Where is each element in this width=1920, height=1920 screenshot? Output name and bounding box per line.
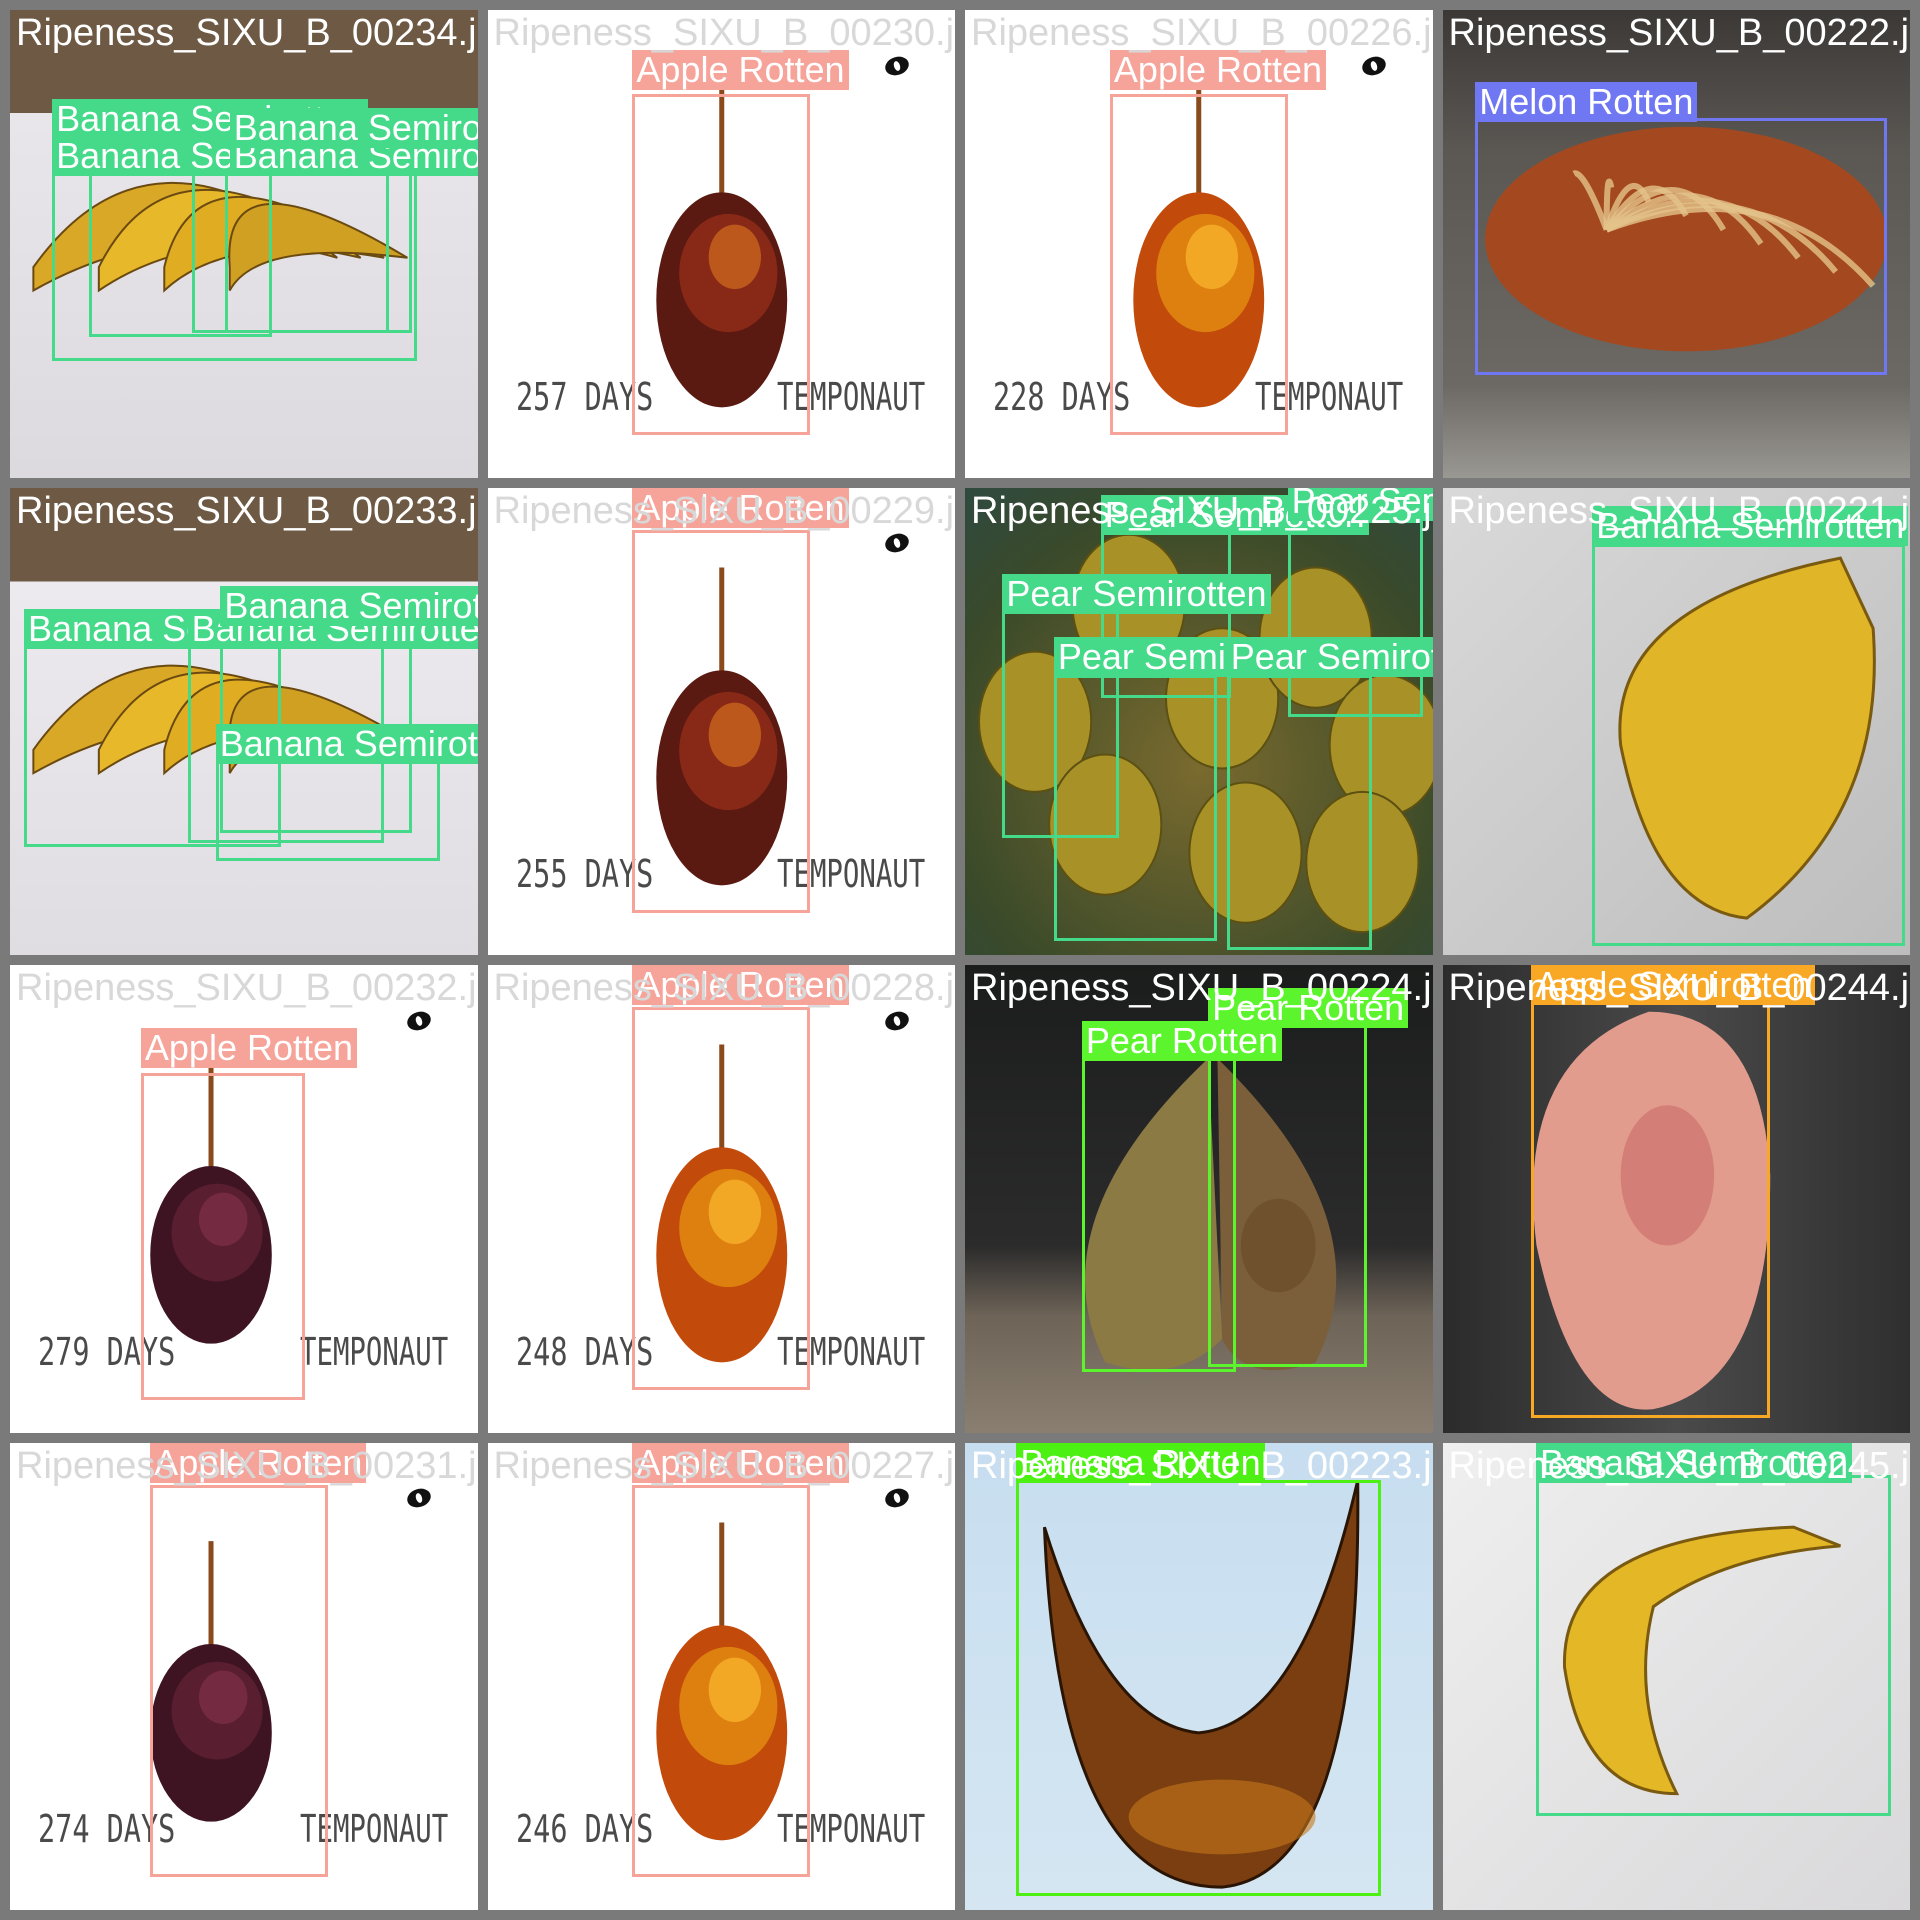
detection-box xyxy=(1053,674,1218,941)
image-tile: Ripeness_SIXU_B_00244.jpg Apple Semirotte… xyxy=(1442,965,1911,1433)
detection-box xyxy=(1226,674,1372,951)
filename-label: Ripeness_SIXU_B_00230.jpg xyxy=(493,12,956,54)
detection-box xyxy=(632,1007,811,1391)
detection-label: Pear Semirotten xyxy=(1226,637,1433,678)
detection-mosaic: Ripeness_SIXU_B_00234.jpg Banana Semirott… xyxy=(0,0,1920,1920)
filename-label: Ripeness_SIXU_B_00233.jpg xyxy=(16,489,478,532)
image-tile: 255 DAYS TEMPONAUT Ripeness_SIXU_B_00229.j… xyxy=(487,487,956,955)
detection-box xyxy=(225,154,413,333)
filename-label: Ripeness_SIXU_B_00225.jpg xyxy=(971,489,1433,532)
detection-box xyxy=(632,1484,811,1878)
filename-label: Ripeness_SIXU_B_00228.jpg xyxy=(493,967,956,1009)
detection-label: Apple Rotten xyxy=(1109,49,1327,90)
detection-box xyxy=(1531,1002,1770,1419)
filename-label: Ripeness_SIXU_B_00221.jpg xyxy=(1448,489,1911,532)
filename-label: Ripeness_SIXU_B_00245.jpg xyxy=(1448,1444,1911,1487)
image-tile: Ripeness_SIXU_B_00234.jpg Banana Semirott… xyxy=(10,10,478,478)
image-tile: Ripeness_SIXU_B_00221.jpg Banana Semirott… xyxy=(1442,487,1911,955)
detection-box xyxy=(215,758,441,862)
filename-label: Ripeness_SIXU_B_00223.jpg xyxy=(971,1444,1433,1487)
image-tile: 279 DAYS TEMPONAUT Ripeness_SIXU_B_00232.j… xyxy=(10,965,478,1433)
detection-label: Banana Semirotten xyxy=(229,108,478,149)
detection-box xyxy=(1536,1475,1892,1817)
detection-label: Banana Semirotten xyxy=(215,723,478,764)
filename-label: Ripeness_SIXU_B_00234.jpg xyxy=(16,12,478,54)
image-tile: 274 DAYS TEMPONAUT Ripeness_SIXU_B_00231.j… xyxy=(10,1442,478,1910)
detection-box xyxy=(1109,94,1288,436)
detection-box xyxy=(1475,117,1887,375)
detection-label: Apple Rotten xyxy=(140,1028,358,1069)
image-tile: Ripeness_SIXU_B_00222.jpg Melon Rotten xyxy=(1442,10,1911,478)
detection-label: Banana Semirotten xyxy=(220,585,478,626)
detection-label: Pear Semirotten xyxy=(1002,573,1271,614)
filename-label: Ripeness_SIXU_B_00224.jpg xyxy=(971,967,1433,1009)
detection-box xyxy=(632,94,811,436)
image-tile: Ripeness_SIXU_B_00225.jpg Pear Semirotten… xyxy=(965,487,1433,955)
image-tile: Ripeness_SIXU_B_00245.jpg Banana Semirott… xyxy=(1442,1442,1911,1910)
image-tile: 228 DAYS TEMPONAUT Ripeness_SIXU_B_00226.j… xyxy=(965,10,1433,478)
filename-label: Ripeness_SIXU_B_00229.jpg xyxy=(493,489,956,532)
filename-label: Ripeness_SIXU_B_00232.jpg xyxy=(16,967,478,1009)
image-tile: Ripeness_SIXU_B_00223.jpg Banana Rotten xyxy=(965,1442,1433,1910)
detection-label: Apple Rotten xyxy=(632,49,849,90)
filename-label: Ripeness_SIXU_B_00227.jpg xyxy=(493,1444,956,1487)
detection-box xyxy=(632,529,811,913)
detection-box xyxy=(1016,1479,1382,1896)
image-tile: 248 DAYS TEMPONAUT Ripeness_SIXU_B_00228.j… xyxy=(487,965,956,1433)
filename-label: Ripeness_SIXU_B_00231.jpg xyxy=(16,1444,478,1487)
detection-box xyxy=(1592,543,1906,946)
image-tile: Ripeness_SIXU_B_00233.jpg Banana Semirott… xyxy=(10,487,478,955)
filename-label: Ripeness_SIXU_B_00222.jpg xyxy=(1448,12,1911,54)
image-tile: 246 DAYS TEMPONAUT Ripeness_SIXU_B_00227.j… xyxy=(487,1442,956,1910)
detection-box xyxy=(140,1072,305,1400)
detection-box xyxy=(150,1484,328,1878)
filename-label: Ripeness_SIXU_B_00244.jpg xyxy=(1448,967,1911,1009)
detection-label: Melon Rotten xyxy=(1475,82,1698,123)
image-tile: 257 DAYS TEMPONAUT Ripeness_SIXU_B_00230.j… xyxy=(487,10,956,478)
filename-label: Ripeness_SIXU_B_00226.jpg xyxy=(971,12,1433,54)
image-tile: Ripeness_SIXU_B_00224.jpg Pear Rotten Pear… xyxy=(965,965,1433,1433)
detection-box xyxy=(1208,1021,1368,1368)
brand-watermark: TEMPONAUT xyxy=(299,1329,449,1374)
